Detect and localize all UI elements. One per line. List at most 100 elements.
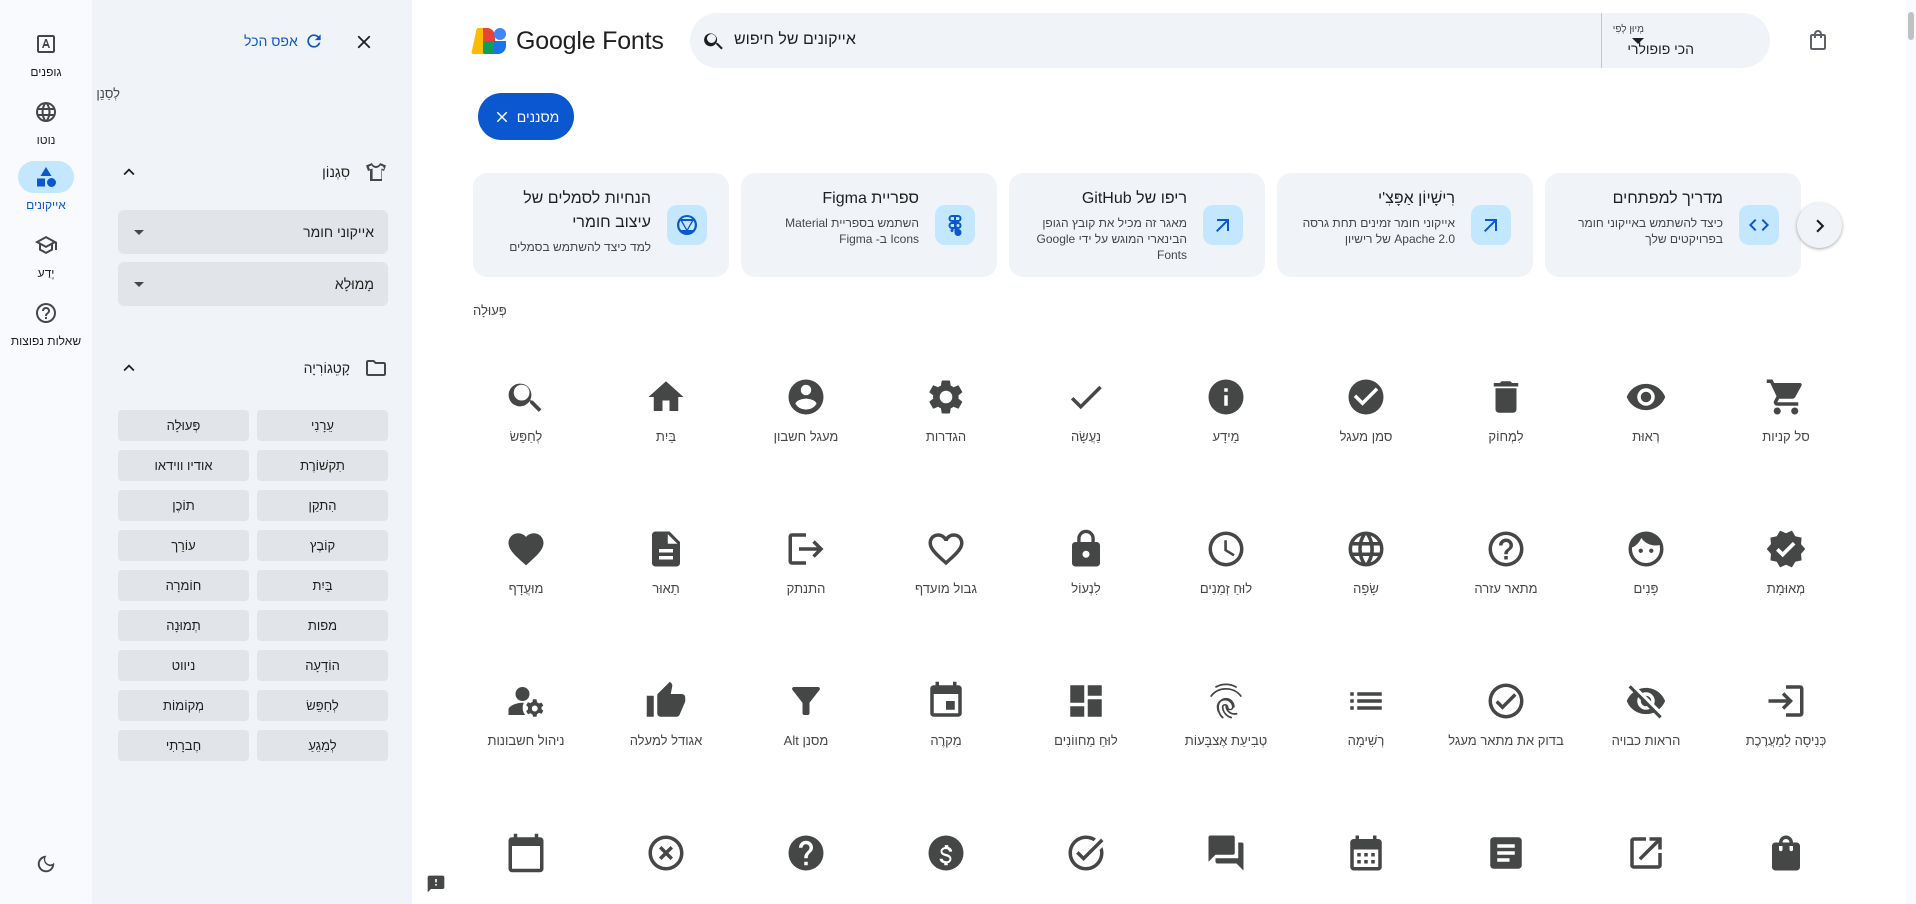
category-chip[interactable]: אודיו ווידאו: [118, 450, 249, 481]
icon-tile[interactable]: [1718, 814, 1848, 904]
icon-tile[interactable]: מעגל חשבון: [738, 358, 868, 488]
icon-tile[interactable]: סמן מעגל: [1298, 358, 1428, 488]
category-chip[interactable]: חוֹמרָה: [118, 570, 249, 601]
icon-tile[interactable]: כְּנִיסָה לַמַעֲרֶכֶת: [1718, 662, 1848, 792]
category-chip[interactable]: הוֹדָעָה: [257, 650, 388, 681]
dark-mode-toggle[interactable]: [30, 848, 62, 880]
category-chip[interactable]: תוֹכֶן: [118, 490, 249, 521]
folder-icon: [364, 356, 388, 380]
thumb-up-icon: [645, 680, 687, 722]
selected-icons-bag-button[interactable]: [1806, 28, 1830, 52]
rail-item-icons[interactable]: אייקונים: [0, 161, 92, 212]
icon-tile[interactable]: סל קניות: [1718, 358, 1848, 488]
category-chip[interactable]: עוֹרֵך: [118, 530, 249, 561]
icon-tile[interactable]: לִנְעוֹל: [1018, 510, 1148, 640]
rail-item-faq[interactable]: שאלות נפוצות: [0, 297, 92, 348]
icon-tile[interactable]: לוּחַ מַחווֹנִים: [1018, 662, 1148, 792]
card-material-guidelines[interactable]: הנחיות לסמלים של עיצוב חומרי למד כיצד לה…: [473, 173, 729, 277]
category-chip[interactable]: עֵרָנִי: [257, 410, 388, 441]
icon-tile[interactable]: תֵאוּר: [598, 510, 728, 640]
category-chip[interactable]: לְחַפֵּשׂ: [257, 690, 388, 721]
icon-tile[interactable]: התנתק: [738, 510, 868, 640]
style-section-header[interactable]: סִגְנוֹן: [118, 158, 388, 186]
category-chip[interactable]: קוֹבֶץ: [257, 530, 388, 561]
icon-tile[interactable]: מוּעֲדָף: [458, 510, 588, 640]
icon-tile[interactable]: בַּיִת: [598, 358, 728, 488]
card-apache-license[interactable]: רִישָׁיוֹן אַפָּצִ'י אייקוני חומר זמינים…: [1277, 173, 1533, 277]
close-panel-button[interactable]: [350, 28, 378, 56]
icon-tile[interactable]: לְחַפֵּשׂ: [458, 358, 588, 488]
icon-tile[interactable]: מְאוּמָת: [1718, 510, 1848, 640]
icon-tile[interactable]: טְבִיעַת אֶצבָּעוֹת: [1158, 662, 1288, 792]
icon-tile[interactable]: גבול מועדף: [878, 510, 1008, 640]
delete-icon: [1485, 376, 1527, 418]
rail-item-fonts[interactable]: גופנים: [0, 28, 92, 79]
icon-style-select[interactable]: אייקוני חומר: [118, 210, 388, 254]
icon-tile[interactable]: [1438, 814, 1568, 904]
icon-tile[interactable]: מֵידָע: [1158, 358, 1288, 488]
icon-tile[interactable]: שָׂפָה: [1298, 510, 1428, 640]
carousel-next-button[interactable]: [1797, 203, 1842, 248]
favorite-border-icon: [925, 528, 967, 570]
category-chip[interactable]: פְּעוּלָה: [118, 410, 249, 441]
icon-tile[interactable]: מסנן Alt: [738, 662, 868, 792]
icon-tile[interactable]: [738, 814, 868, 904]
icon-tile[interactable]: ניהול חשבונות: [458, 662, 588, 792]
filters-toggle-button[interactable]: מסננים: [478, 93, 574, 140]
icon-tile[interactable]: [598, 814, 728, 904]
page-scrollbar[interactable]: [1906, 0, 1916, 904]
category-chip[interactable]: חֶברָתִי: [118, 730, 249, 761]
card-developer-guide[interactable]: מדריך למפתחים כיצד להשתמש באייקוני חומר …: [1545, 173, 1801, 277]
category-section-header[interactable]: קָטֵגוֹרִיָה: [118, 354, 388, 382]
card-github-repo[interactable]: ריפו של GitHub מאגר זה מכיל את קובץ הגופ…: [1009, 173, 1265, 277]
icon-tile[interactable]: פָּנִים: [1578, 510, 1708, 640]
shopping-cart-icon: [1765, 376, 1807, 418]
sort-select[interactable]: מְיוּן לְפִי הכי פופולרי: [1602, 13, 1770, 68]
category-section-label: קָטֵגוֹרִיָה: [303, 360, 350, 376]
icon-tile-label: פָּנִים: [1633, 581, 1659, 596]
google-fonts-logo[interactable]: Google Fonts: [471, 26, 664, 56]
icon-tile[interactable]: [1158, 814, 1288, 904]
card-figma-library[interactable]: ספריית Figma השתמש בספריית Material Icon…: [741, 173, 997, 277]
rail-item-knowledge[interactable]: יֶדַע: [0, 229, 92, 280]
icon-tile[interactable]: נַעֲשָׂה: [1018, 358, 1148, 488]
category-chip[interactable]: תִקשׁוֹרֶת: [257, 450, 388, 481]
icon-tile[interactable]: רְאוּת: [1578, 358, 1708, 488]
icon-tile[interactable]: הגדרות: [878, 358, 1008, 488]
icon-tile[interactable]: אגודל למעלה: [598, 662, 728, 792]
search-input[interactable]: אייקונים של חיפוש: [734, 31, 856, 49]
category-chip[interactable]: לְמַגֵעַ: [257, 730, 388, 761]
category-chip[interactable]: הִתקַן: [257, 490, 388, 521]
icon-tile[interactable]: [1578, 814, 1708, 904]
icon-tile[interactable]: [878, 814, 1008, 904]
scrollbar-thumb[interactable]: [1908, 12, 1914, 40]
icon-tile[interactable]: [1018, 814, 1148, 904]
category-chip[interactable]: מְקוֹמוֹת: [118, 690, 249, 721]
icon-tile[interactable]: [1298, 814, 1428, 904]
chevron-up-icon[interactable]: [118, 357, 140, 379]
icon-tile[interactable]: הראות כבויה: [1578, 662, 1708, 792]
icon-tile[interactable]: רְשִׁימָה: [1298, 662, 1428, 792]
schedule-icon: [1205, 528, 1247, 570]
card-title: ריפו של GitHub: [1081, 190, 1187, 207]
icon-tile[interactable]: לוּחַ זְמַנִים: [1158, 510, 1288, 640]
rail-item-label: שאלות נפוצות: [10, 334, 82, 348]
rail-item-label: נוטו: [36, 133, 56, 147]
icon-tile[interactable]: [458, 814, 588, 904]
icon-tile[interactable]: בדוק את מתאר מעגל: [1438, 662, 1568, 792]
category-chip[interactable]: ניווט: [118, 650, 249, 681]
help-icon: [18, 297, 74, 329]
icon-tile[interactable]: מתאר עזרה: [1438, 510, 1568, 640]
feedback-button[interactable]: [426, 874, 446, 894]
category-chip[interactable]: תְמוּנָה: [118, 610, 249, 641]
search-icon[interactable]: [702, 29, 726, 53]
reset-all-button[interactable]: אפס הכל: [244, 28, 324, 54]
icon-tile-label: סמן מעגל: [1339, 429, 1393, 444]
category-chip[interactable]: בַּיִת: [257, 570, 388, 601]
category-chip[interactable]: מפות: [257, 610, 388, 641]
rail-item-noto[interactable]: נוטו: [0, 96, 92, 147]
icon-tile[interactable]: לִמְחוֹק: [1438, 358, 1568, 488]
icon-fill-select[interactable]: מָמוּלָא: [118, 262, 388, 306]
icon-tile[interactable]: מִקרֶה: [878, 662, 1008, 792]
chevron-up-icon[interactable]: [118, 161, 140, 183]
